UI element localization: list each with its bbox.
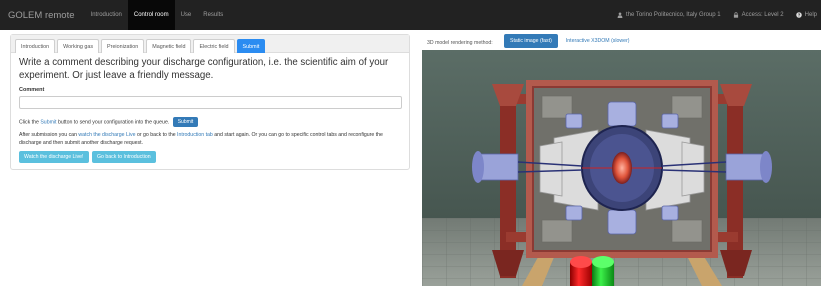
nav-control-room[interactable]: Control room [127, 0, 175, 30]
top-navbar: GOLEM remote Introduction Control room U… [0, 0, 821, 30]
static-image-tab[interactable]: Static image (fast) [504, 34, 558, 48]
comment-input[interactable] [19, 96, 402, 109]
after-text-c: and start again. Or you can go to specif… [212, 132, 383, 138]
lock-icon [733, 12, 738, 18]
interactive-x3dom-tab[interactable]: Interactive X3DOM (slower) [560, 34, 636, 48]
render-method-tabs: Static image (fast) Interactive X3DOM (s… [504, 34, 636, 48]
control-tabs: Introduction Working gas Preionization M… [15, 39, 266, 53]
user-menu[interactable]: the Torino Politecnico, Italy Group 1 [617, 12, 721, 18]
brand-logo[interactable]: GOLEM remote [8, 10, 75, 21]
help-link[interactable]: ? Help [795, 12, 817, 18]
access-level[interactable]: Access: Level 2 [733, 12, 784, 18]
render-method-label: 3D model rendering method: [427, 40, 493, 46]
access-text: Access: Level 2 [741, 12, 784, 18]
submit-button[interactable]: Submit [172, 117, 199, 127]
comment-label: Comment [19, 87, 45, 93]
tokamak-model-image [422, 50, 821, 286]
help-text: Help [804, 12, 817, 18]
submit-inline-link[interactable]: Submit [40, 119, 56, 125]
submit-panel: Introduction Working gas Preionization M… [10, 34, 410, 170]
watch-live-link[interactable]: watch the discharge Live [78, 132, 135, 138]
svg-text:?: ? [797, 13, 800, 18]
instruction-text-post: button to send your configuration into t… [56, 119, 170, 126]
nav-results[interactable]: Results [197, 0, 229, 30]
after-submission-text: After submission you can watch the disch… [19, 132, 383, 138]
watch-live-button[interactable]: Watch the discharge Live! [19, 151, 89, 163]
tab-magnetic-field[interactable]: Magnetic field [146, 39, 192, 53]
user-name: the Torino Politecnico, Italy Group 1 [626, 12, 721, 18]
tab-introduction[interactable]: Introduction [15, 39, 56, 53]
page-heading: Write a comment describing your discharg… [19, 57, 389, 81]
tab-working-gas[interactable]: Working gas [57, 39, 100, 53]
navbar-right: the Torino Politecnico, Italy Group 1 Ac… [605, 0, 817, 30]
tab-electric-field[interactable]: Electric field [193, 39, 235, 53]
after-text-a: After submission you can [19, 132, 79, 138]
after-text-b: or go back to the [135, 132, 178, 138]
tab-submit[interactable]: Submit [236, 39, 266, 53]
submit-instruction: Click the Submit button to send your con… [19, 117, 199, 127]
after-submission-text-2: discharge and then submit another discha… [19, 140, 144, 146]
go-back-introduction-button[interactable]: Go back to Introduction [92, 151, 156, 163]
question-circle-icon: ? [795, 12, 802, 18]
instruction-text-pre: Click the [19, 119, 41, 126]
nav-use[interactable]: Use [175, 0, 198, 30]
introduction-tab-link[interactable]: Introduction tab [177, 132, 213, 138]
control-tabs-bar: Introduction Working gas Preionization M… [11, 35, 409, 53]
tokamak-3d-view[interactable] [422, 50, 821, 286]
user-icon [617, 12, 623, 18]
nav-introduction[interactable]: Introduction [85, 0, 128, 30]
tab-preionization[interactable]: Preionization [101, 39, 145, 53]
